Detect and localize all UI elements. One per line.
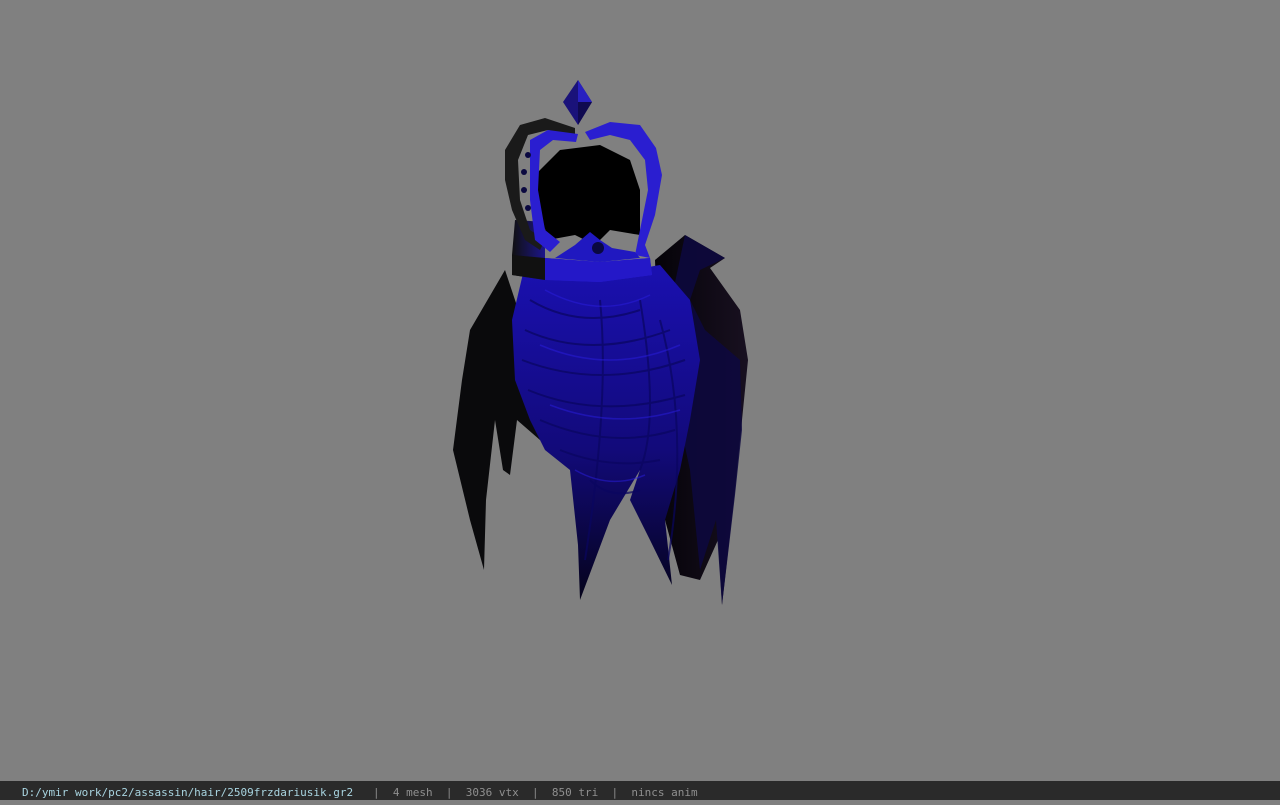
status-bar: D:/ymir work/pc2/assassin/hair/2509frzda… bbox=[0, 781, 1280, 800]
mesh-count: 4 mesh bbox=[392, 786, 433, 799]
hair-model-render bbox=[453, 80, 748, 605]
crown-cap bbox=[535, 145, 640, 245]
animation-status: nincs anim bbox=[631, 786, 698, 799]
vertex-count: 3036 vtx bbox=[465, 786, 519, 799]
separator: | bbox=[373, 786, 380, 799]
separator: | bbox=[611, 786, 619, 799]
file-path: D:/ymir work/pc2/assassin/hair/2509frzda… bbox=[22, 786, 354, 799]
3d-viewport[interactable] bbox=[0, 0, 1280, 780]
separator: | bbox=[532, 786, 539, 799]
separator: | bbox=[445, 786, 453, 799]
hair-main bbox=[512, 265, 700, 600]
triangle-count: 850 tri bbox=[551, 786, 599, 799]
